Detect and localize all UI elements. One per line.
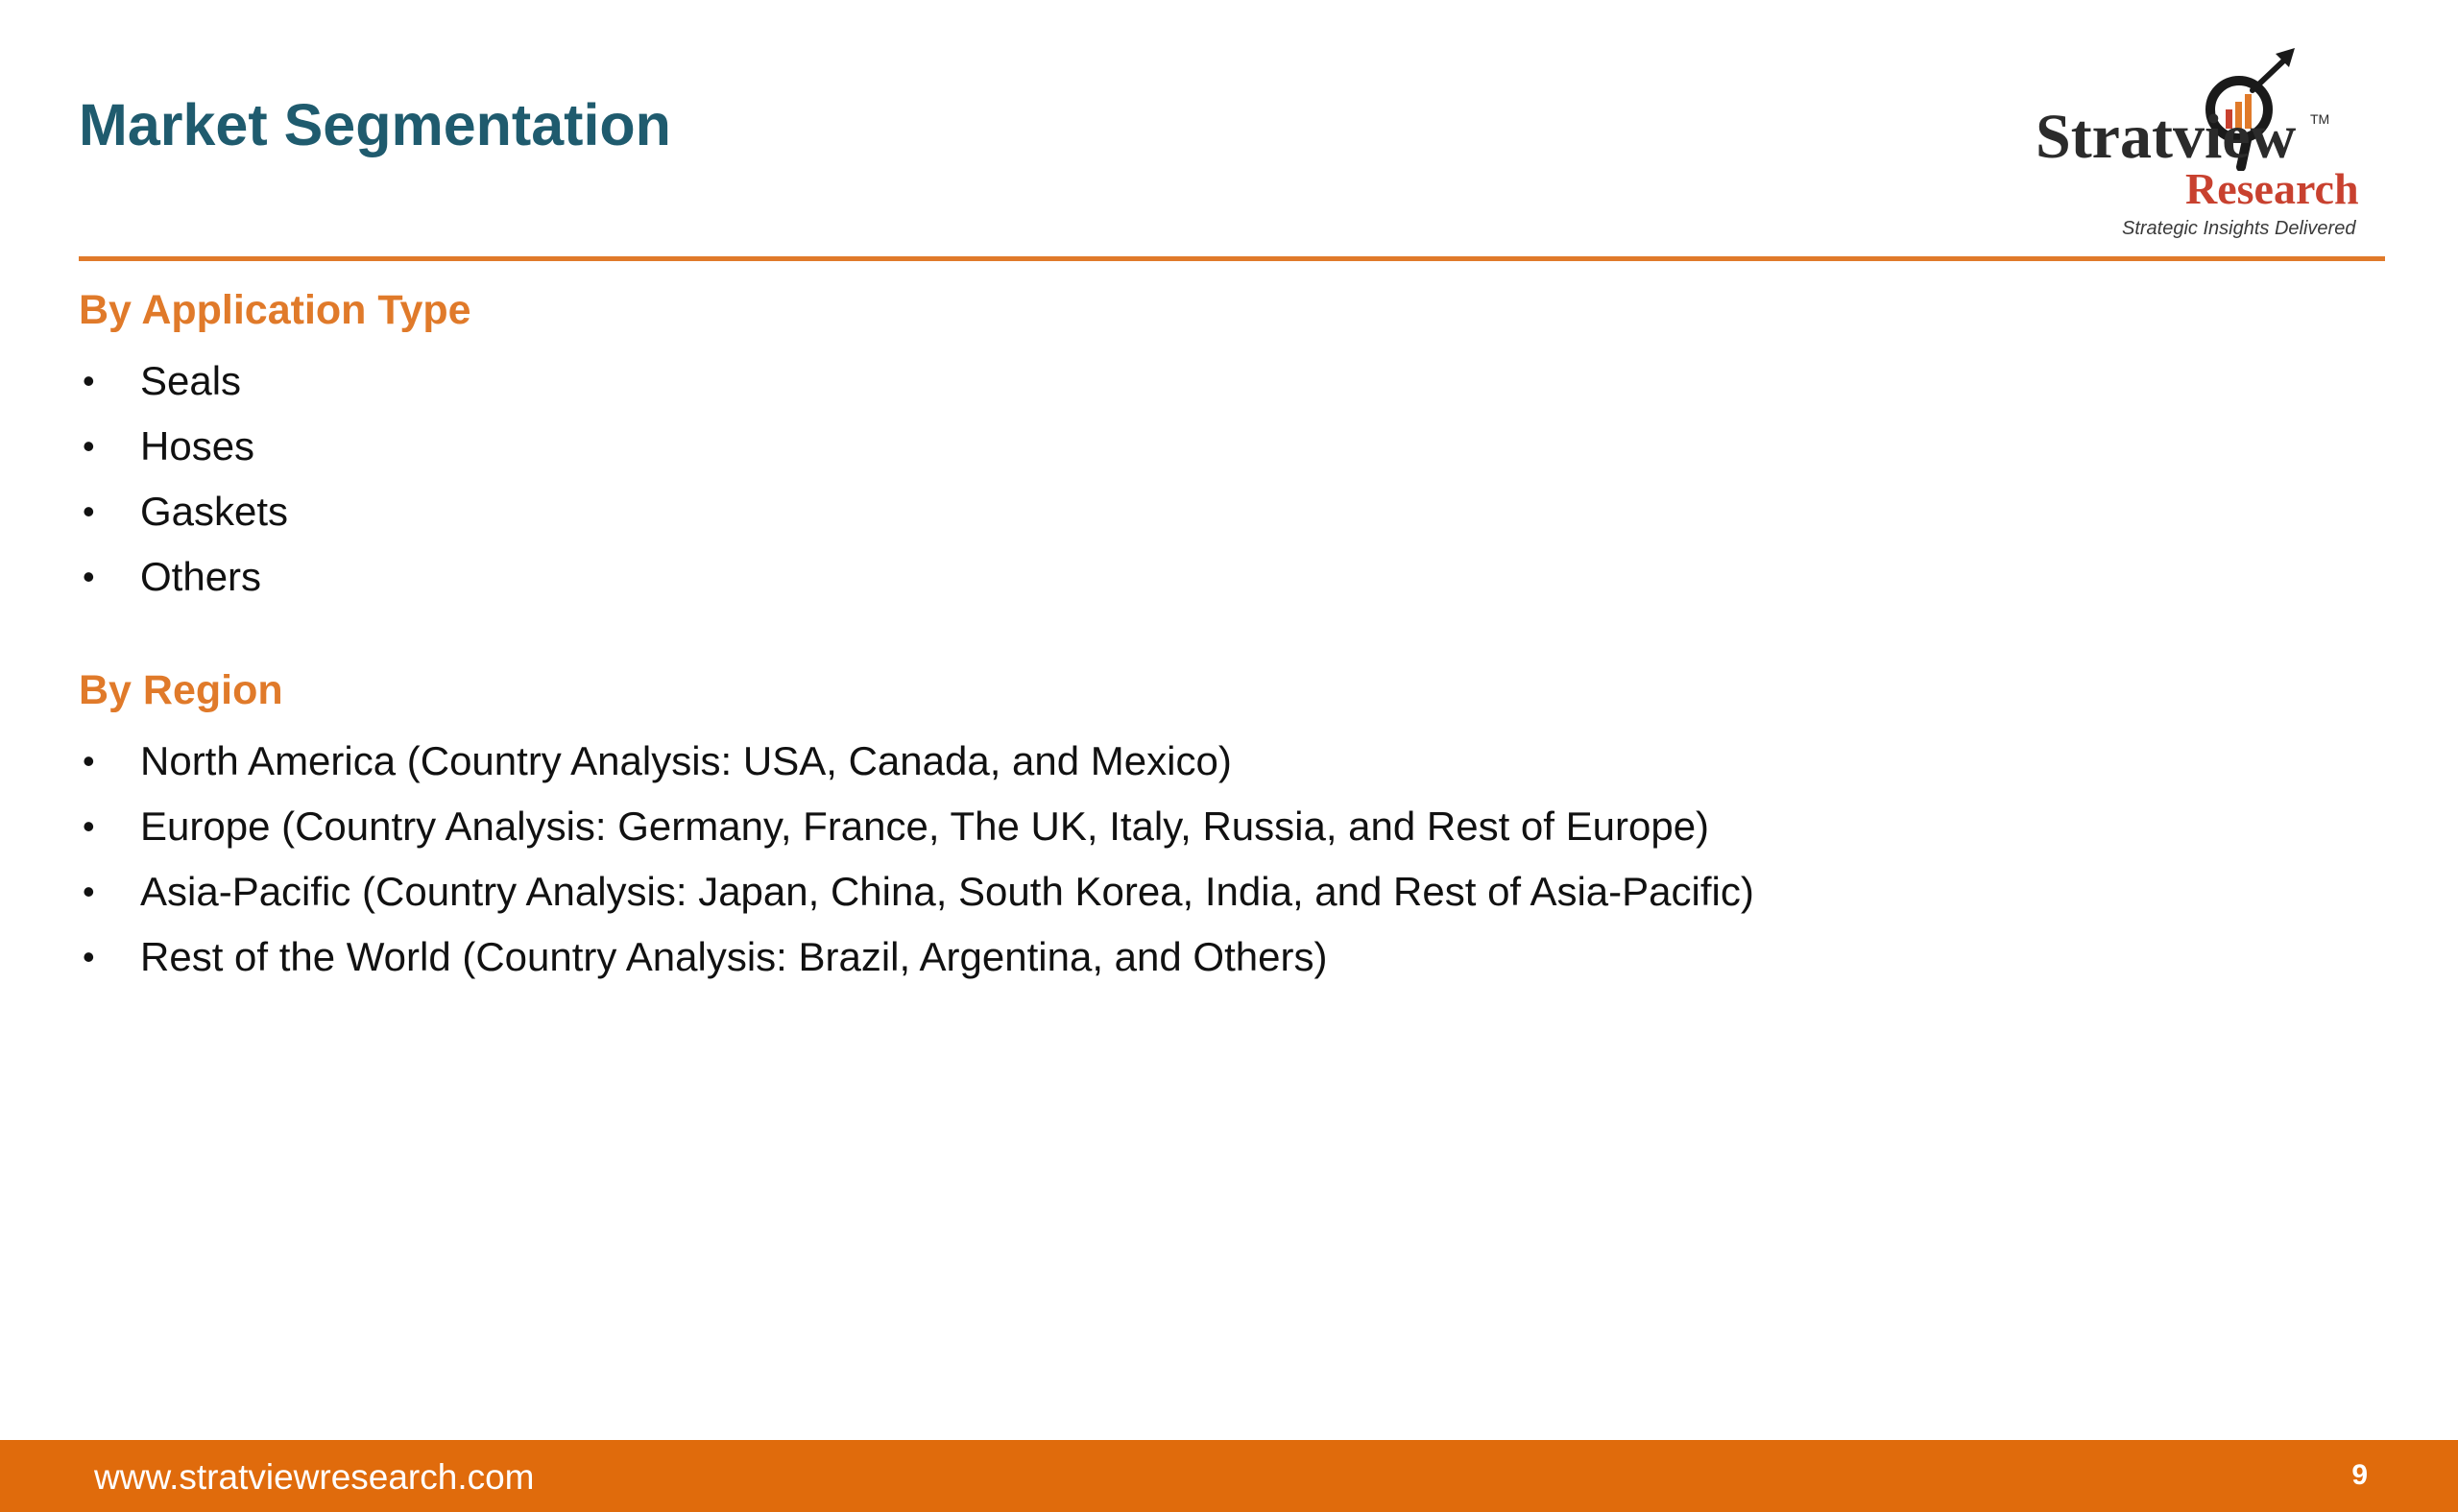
list-item-text: Asia-Pacific (Country Analysis: Japan, C…	[140, 869, 1754, 914]
header-divider	[79, 256, 2385, 261]
logo-wordmark: Stratview	[2036, 102, 2297, 172]
list-item-text: Hoses	[140, 423, 255, 468]
logo-tagline: Strategic Insights Delivered	[2122, 218, 2356, 239]
page-number: 9	[2351, 1459, 2368, 1491]
section-region: By Region • North America (Country Analys…	[79, 663, 2287, 990]
list-item: • Hoses	[79, 414, 2287, 479]
list-item: • North America (Country Analysis: USA, C…	[79, 729, 2287, 794]
section-heading: By Region	[79, 667, 283, 713]
list-item: • Europe (Country Analysis: Germany, Fran…	[79, 794, 2287, 859]
bullet-icon: •	[83, 492, 95, 531]
list-item: • Seals	[79, 348, 2287, 414]
bullet-list: • North America (Country Analysis: USA, C…	[79, 729, 2287, 990]
bullet-icon: •	[83, 872, 95, 911]
segmentation-content: By Application Type • Seals • Hoses • Gaske…	[79, 283, 2287, 990]
stratview-logo: Stratview TM Research Strategic Insights…	[2016, 38, 2381, 250]
logo-research-text: Research	[2185, 164, 2359, 213]
bullet-icon: •	[83, 557, 95, 596]
slide: Market Segmentation Stratview TM Researc…	[0, 0, 2458, 1512]
page-title: Market Segmentation	[79, 92, 671, 157]
list-item-text: Others	[140, 554, 262, 599]
bullet-icon: •	[83, 426, 95, 466]
list-item-text: Gaskets	[140, 489, 289, 534]
list-item-text: Rest of the World (Country Analysis: Bra…	[140, 934, 1328, 979]
list-item-text: North America (Country Analysis: USA, Ca…	[140, 738, 1232, 783]
list-item: • Rest of the World (Country Analysis: Br…	[79, 924, 2287, 990]
list-item: • Asia-Pacific (Country Analysis: Japan, …	[79, 859, 2287, 924]
bullet-icon: •	[83, 741, 95, 780]
section-heading: By Application Type	[79, 287, 471, 333]
list-item-text: Seals	[140, 358, 242, 403]
footer-website-link[interactable]: www.stratviewresearch.com	[94, 1459, 535, 1495]
bullet-icon: •	[83, 806, 95, 846]
bullet-icon: •	[83, 937, 95, 976]
list-item: • Gaskets	[79, 479, 2287, 544]
bullet-icon: •	[83, 361, 95, 400]
footer-bar: www.stratviewresearch.com 9	[0, 1440, 2458, 1512]
section-application-type: By Application Type • Seals • Hoses • Gaske…	[79, 283, 2287, 610]
list-item-text: Europe (Country Analysis: Germany, Franc…	[140, 804, 1710, 849]
list-item: • Others	[79, 544, 2287, 610]
bullet-list: • Seals • Hoses • Gaskets • Others	[79, 348, 2287, 610]
logo-trademark: TM	[2310, 111, 2330, 127]
